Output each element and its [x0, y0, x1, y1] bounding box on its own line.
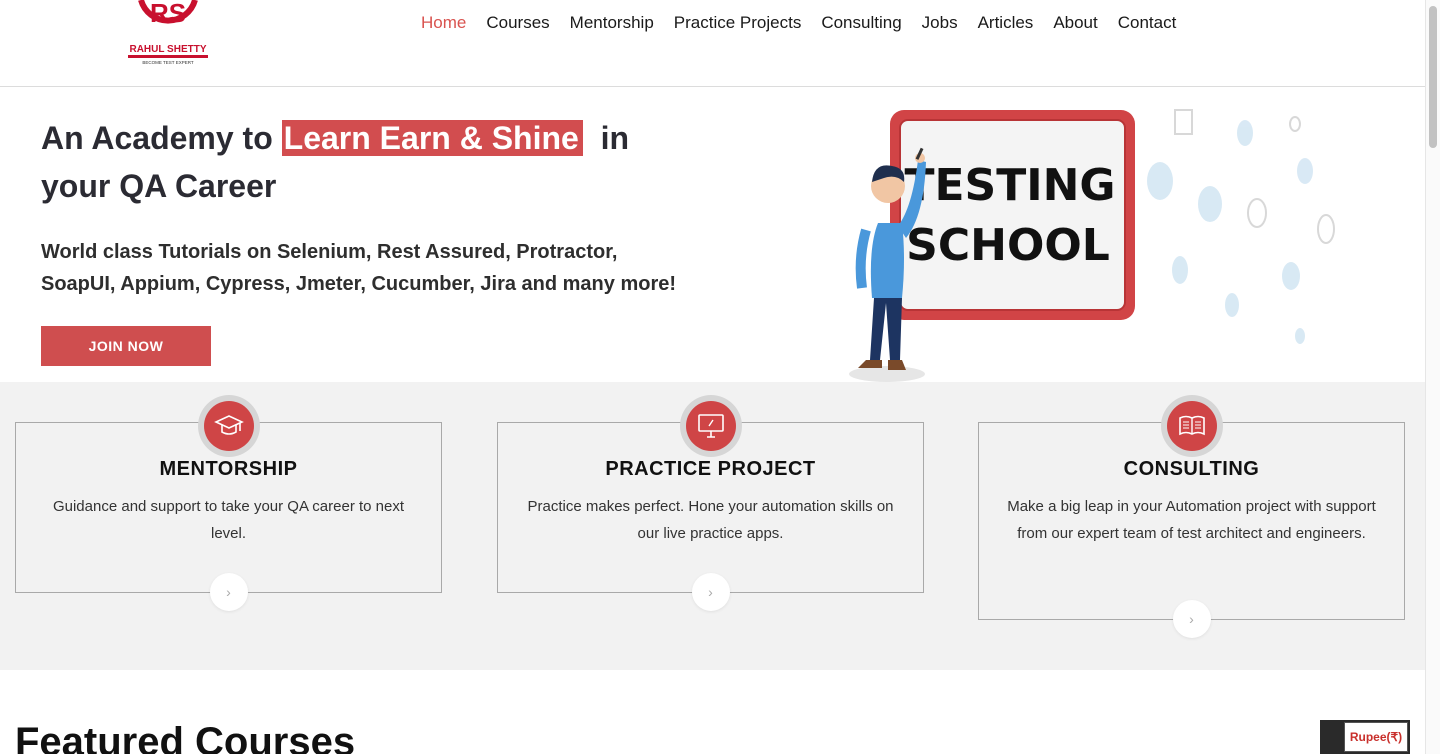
testing-school-illustration: TESTING SCHOOL	[840, 98, 1340, 382]
feature-card-mentorship[interactable]: MENTORSHIP Guidance and support to take …	[15, 395, 442, 611]
site-logo[interactable]: RS RAHUL SHETTY BECOME TEST EXPERT	[127, 0, 209, 66]
feature-icon-badge	[197, 395, 260, 457]
page: RS RAHUL SHETTY BECOME TEST EXPERT Home …	[0, 0, 1425, 754]
feature-description: Make a big leap in your Automation proje…	[1007, 498, 1376, 542]
scrollbar-thumb[interactable]	[1429, 6, 1437, 148]
feature-description: Practice makes perfect. Hone your automa…	[527, 498, 894, 542]
vertical-scrollbar[interactable]	[1425, 0, 1440, 754]
main-nav: Home Courses Mentorship Practice Project…	[411, 12, 1186, 34]
monitor-icon	[697, 414, 724, 438]
hero-subtitle: World class Tutorials on Selenium, Rest …	[41, 241, 677, 295]
hero-title-highlight: Learn Earn & Shine	[281, 120, 583, 156]
nav-practice-projects[interactable]: Practice Projects	[664, 12, 812, 34]
features-section: MENTORSHIP Guidance and support to take …	[0, 382, 1425, 670]
feature-title: MENTORSHIP	[159, 458, 298, 480]
feature-icon-badge	[679, 395, 742, 457]
svg-text:SCHOOL: SCHOOL	[906, 220, 1110, 271]
currency-switcher: Rupee(₹)	[1320, 720, 1410, 754]
chevron-right-icon[interactable]: ›	[1172, 600, 1211, 638]
feature-title: PRACTICE PROJECT	[605, 458, 816, 480]
feature-title: CONSULTING	[1123, 458, 1260, 480]
featured-courses-heading: Featured Courses	[15, 720, 356, 754]
nav-courses[interactable]: Courses	[476, 12, 559, 34]
chevron-right-icon[interactable]: ›	[691, 573, 730, 611]
book-icon	[1178, 415, 1205, 436]
svg-text:RS: RS	[150, 0, 186, 28]
feature-description: Guidance and support to take your QA car…	[52, 498, 405, 542]
hero-title-prefix: An Academy to	[41, 120, 282, 156]
svg-text:BECOME TEST EXPERT: BECOME TEST EXPERT	[142, 60, 194, 65]
graduation-cap-icon	[213, 415, 244, 435]
hero-title: An Academy to Learn Earn & Shine in your…	[41, 114, 701, 210]
feature-card-consulting[interactable]: CONSULTING Make a big leap in your Autom…	[978, 395, 1405, 638]
nav-jobs[interactable]: Jobs	[912, 12, 968, 34]
nav-about[interactable]: About	[1043, 12, 1107, 34]
hero-section: An Academy to Learn Earn & Shine in your…	[0, 88, 1425, 382]
join-now-button[interactable]: JOIN NOW	[41, 326, 211, 366]
chevron-right-icon[interactable]: ›	[209, 573, 248, 611]
nav-mentorship[interactable]: Mentorship	[560, 12, 664, 34]
feature-card-practice-project[interactable]: PRACTICE PROJECT Practice makes perfect.…	[497, 395, 924, 611]
svg-text:RAHUL SHETTY: RAHUL SHETTY	[129, 44, 206, 55]
svg-text:TESTING: TESTING	[904, 160, 1115, 211]
feature-icon-badge	[1160, 395, 1223, 457]
site-header: RS RAHUL SHETTY BECOME TEST EXPERT Home …	[0, 0, 1425, 87]
nav-consulting[interactable]: Consulting	[811, 12, 911, 34]
bubble-decorations	[1147, 120, 1313, 344]
nav-contact[interactable]: Contact	[1108, 12, 1187, 34]
nav-articles[interactable]: Articles	[968, 12, 1044, 34]
currency-select[interactable]: Rupee(₹)	[1344, 722, 1408, 752]
nav-home[interactable]: Home	[411, 12, 476, 34]
